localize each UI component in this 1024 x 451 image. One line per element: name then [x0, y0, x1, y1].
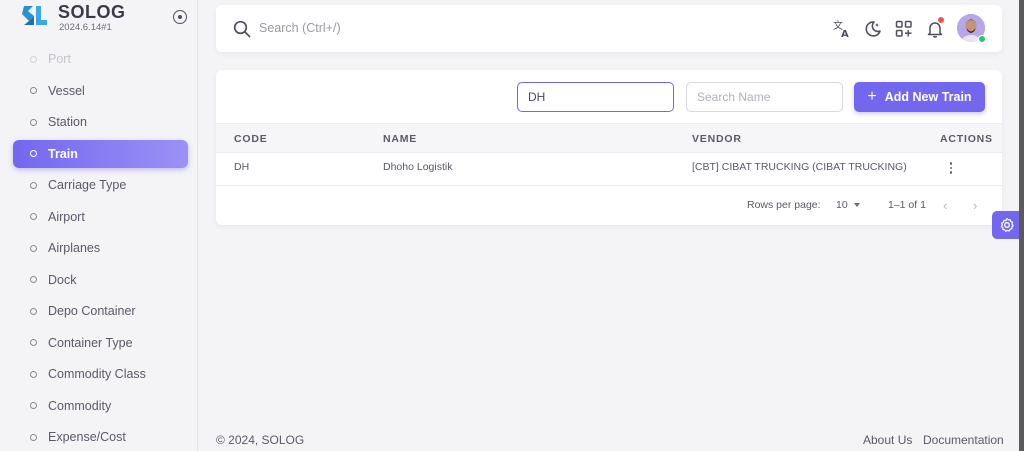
table-row[interactable]: DH Dhoho Logistik [CBT] CIBAT TRUCKING (… [216, 153, 1002, 186]
circle-icon [30, 244, 37, 252]
column-header-name[interactable]: NAME [383, 133, 417, 145]
sidebar-item-vessel[interactable]: Vessel [13, 77, 188, 105]
plus-icon: + [867, 88, 877, 105]
sidebar-item-dock[interactable]: Dock [13, 266, 188, 294]
window-edge [1019, 0, 1024, 451]
sidebar-item-station[interactable]: Station [13, 108, 188, 136]
sidebar-item-label: Commodity [48, 398, 112, 413]
app-version: 2024.6.14#1 [59, 22, 112, 33]
rows-per-page-label: Rows per page: [747, 199, 821, 211]
chevron-right-icon[interactable]: › [973, 198, 977, 213]
sidebar-item-commodity-class[interactable]: Commodity Class [13, 360, 188, 388]
sidebar-item-commodity[interactable]: Commodity [13, 392, 188, 420]
circle-icon [30, 433, 37, 441]
circle-icon [30, 307, 37, 315]
name-search-input[interactable] [686, 82, 843, 112]
sidebar-item-label: Station [48, 115, 87, 129]
sidebar-item-airplanes[interactable]: Airplanes [13, 234, 188, 262]
cell-vendor: [CBT] CIBAT TRUCKING (CIBAT TRUCKING) [692, 161, 907, 173]
sidebar-item-label: Port [48, 52, 71, 66]
circle-icon [30, 276, 37, 283]
search-icon[interactable] [233, 20, 251, 38]
table-header: CODE NAME VENDOR ACTIONS [216, 123, 1002, 153]
brand[interactable]: SOLOG 2024.6.14#1 [20, 2, 126, 34]
column-header-vendor[interactable]: VENDOR [692, 133, 742, 145]
global-search-input[interactable]: Search (Ctrl+/) [259, 21, 341, 35]
cell-name: Dhoho Logistik [383, 161, 453, 173]
apps-add-icon[interactable] [894, 19, 914, 39]
moon-icon[interactable] [863, 19, 883, 39]
footer-about-link[interactable]: About Us [863, 433, 912, 447]
circle-icon [30, 339, 37, 346]
solog-logo-icon [22, 6, 47, 25]
train-list-card: + Add New Train CODE NAME VENDOR ACTIONS… [216, 70, 1002, 225]
top-navbar: Search (Ctrl+/) 文 A [216, 5, 1002, 52]
code-filter-input[interactable] [517, 82, 674, 112]
circle-icon [30, 181, 37, 189]
sidebar-nav: Port Vessel Station Train Carriage Type … [13, 45, 188, 451]
app-name: SOLOG [58, 2, 126, 22]
circle-icon [30, 150, 37, 157]
circle-icon [30, 118, 37, 126]
sidebar-item-label: Commodity Class [48, 367, 146, 381]
customizer-toggle-button[interactable] [992, 211, 1022, 239]
footer-documentation-link[interactable]: Documentation [923, 433, 1004, 447]
sidebar-item-port[interactable]: Port [13, 45, 188, 73]
sidebar-item-depo-container[interactable]: Depo Container [13, 297, 188, 325]
chevron-left-icon[interactable]: ‹ [943, 198, 947, 213]
column-header-actions: ACTIONS [940, 133, 993, 145]
sidebar-item-label: Dock [48, 272, 77, 287]
add-new-train-label: Add New Train [884, 90, 972, 104]
sidebar-item-label: Train [48, 146, 78, 161]
notification-badge [938, 17, 944, 23]
circle-icon [30, 370, 37, 378]
sidebar-item-container-type[interactable]: Container Type [13, 329, 188, 357]
more-vertical-icon[interactable] [948, 162, 954, 176]
sidebar-item-label: Airport [48, 209, 85, 224]
pagination-range: 1–1 of 1 [888, 199, 926, 211]
translate-icon[interactable]: 文 A [832, 19, 852, 39]
caret-down-icon [853, 203, 860, 207]
online-status-badge [978, 35, 986, 43]
circle-icon [30, 55, 37, 63]
sidebar: SOLOG 2024.6.14#1 Port Vessel Station Tr… [0, 0, 198, 451]
cell-code: DH [234, 161, 250, 173]
circle-icon [30, 402, 37, 409]
sidebar-item-carriage-type[interactable]: Carriage Type [13, 171, 188, 199]
sidebar-item-label: Vessel [48, 83, 85, 98]
sidebar-item-label: Airplanes [48, 241, 101, 255]
sidebar-item-label: Carriage Type [48, 178, 127, 192]
sidebar-item-train[interactable]: Train [13, 139, 188, 168]
rows-per-page-value: 10 [836, 199, 848, 211]
sidebar-item-label: Expense/Cost [48, 430, 126, 444]
footer-copyright: © 2024, SOLOG [216, 433, 305, 447]
sidebar-item-label: Depo Container [48, 304, 136, 318]
sidebar-collapse-icon[interactable] [173, 10, 187, 24]
svg-text:A: A [841, 29, 849, 39]
sidebar-item-airport[interactable]: Airport [13, 203, 188, 231]
rows-per-page-select[interactable]: 10 [836, 199, 860, 211]
circle-icon [30, 213, 37, 220]
circle-icon [30, 87, 37, 94]
gear-icon [1000, 217, 1014, 232]
sidebar-item-label: Container Type [48, 335, 133, 350]
sidebar-item-expense-cost[interactable]: Expense/Cost [13, 423, 188, 451]
add-new-train-button[interactable]: + Add New Train [854, 82, 985, 112]
column-header-code[interactable]: CODE [234, 133, 268, 145]
